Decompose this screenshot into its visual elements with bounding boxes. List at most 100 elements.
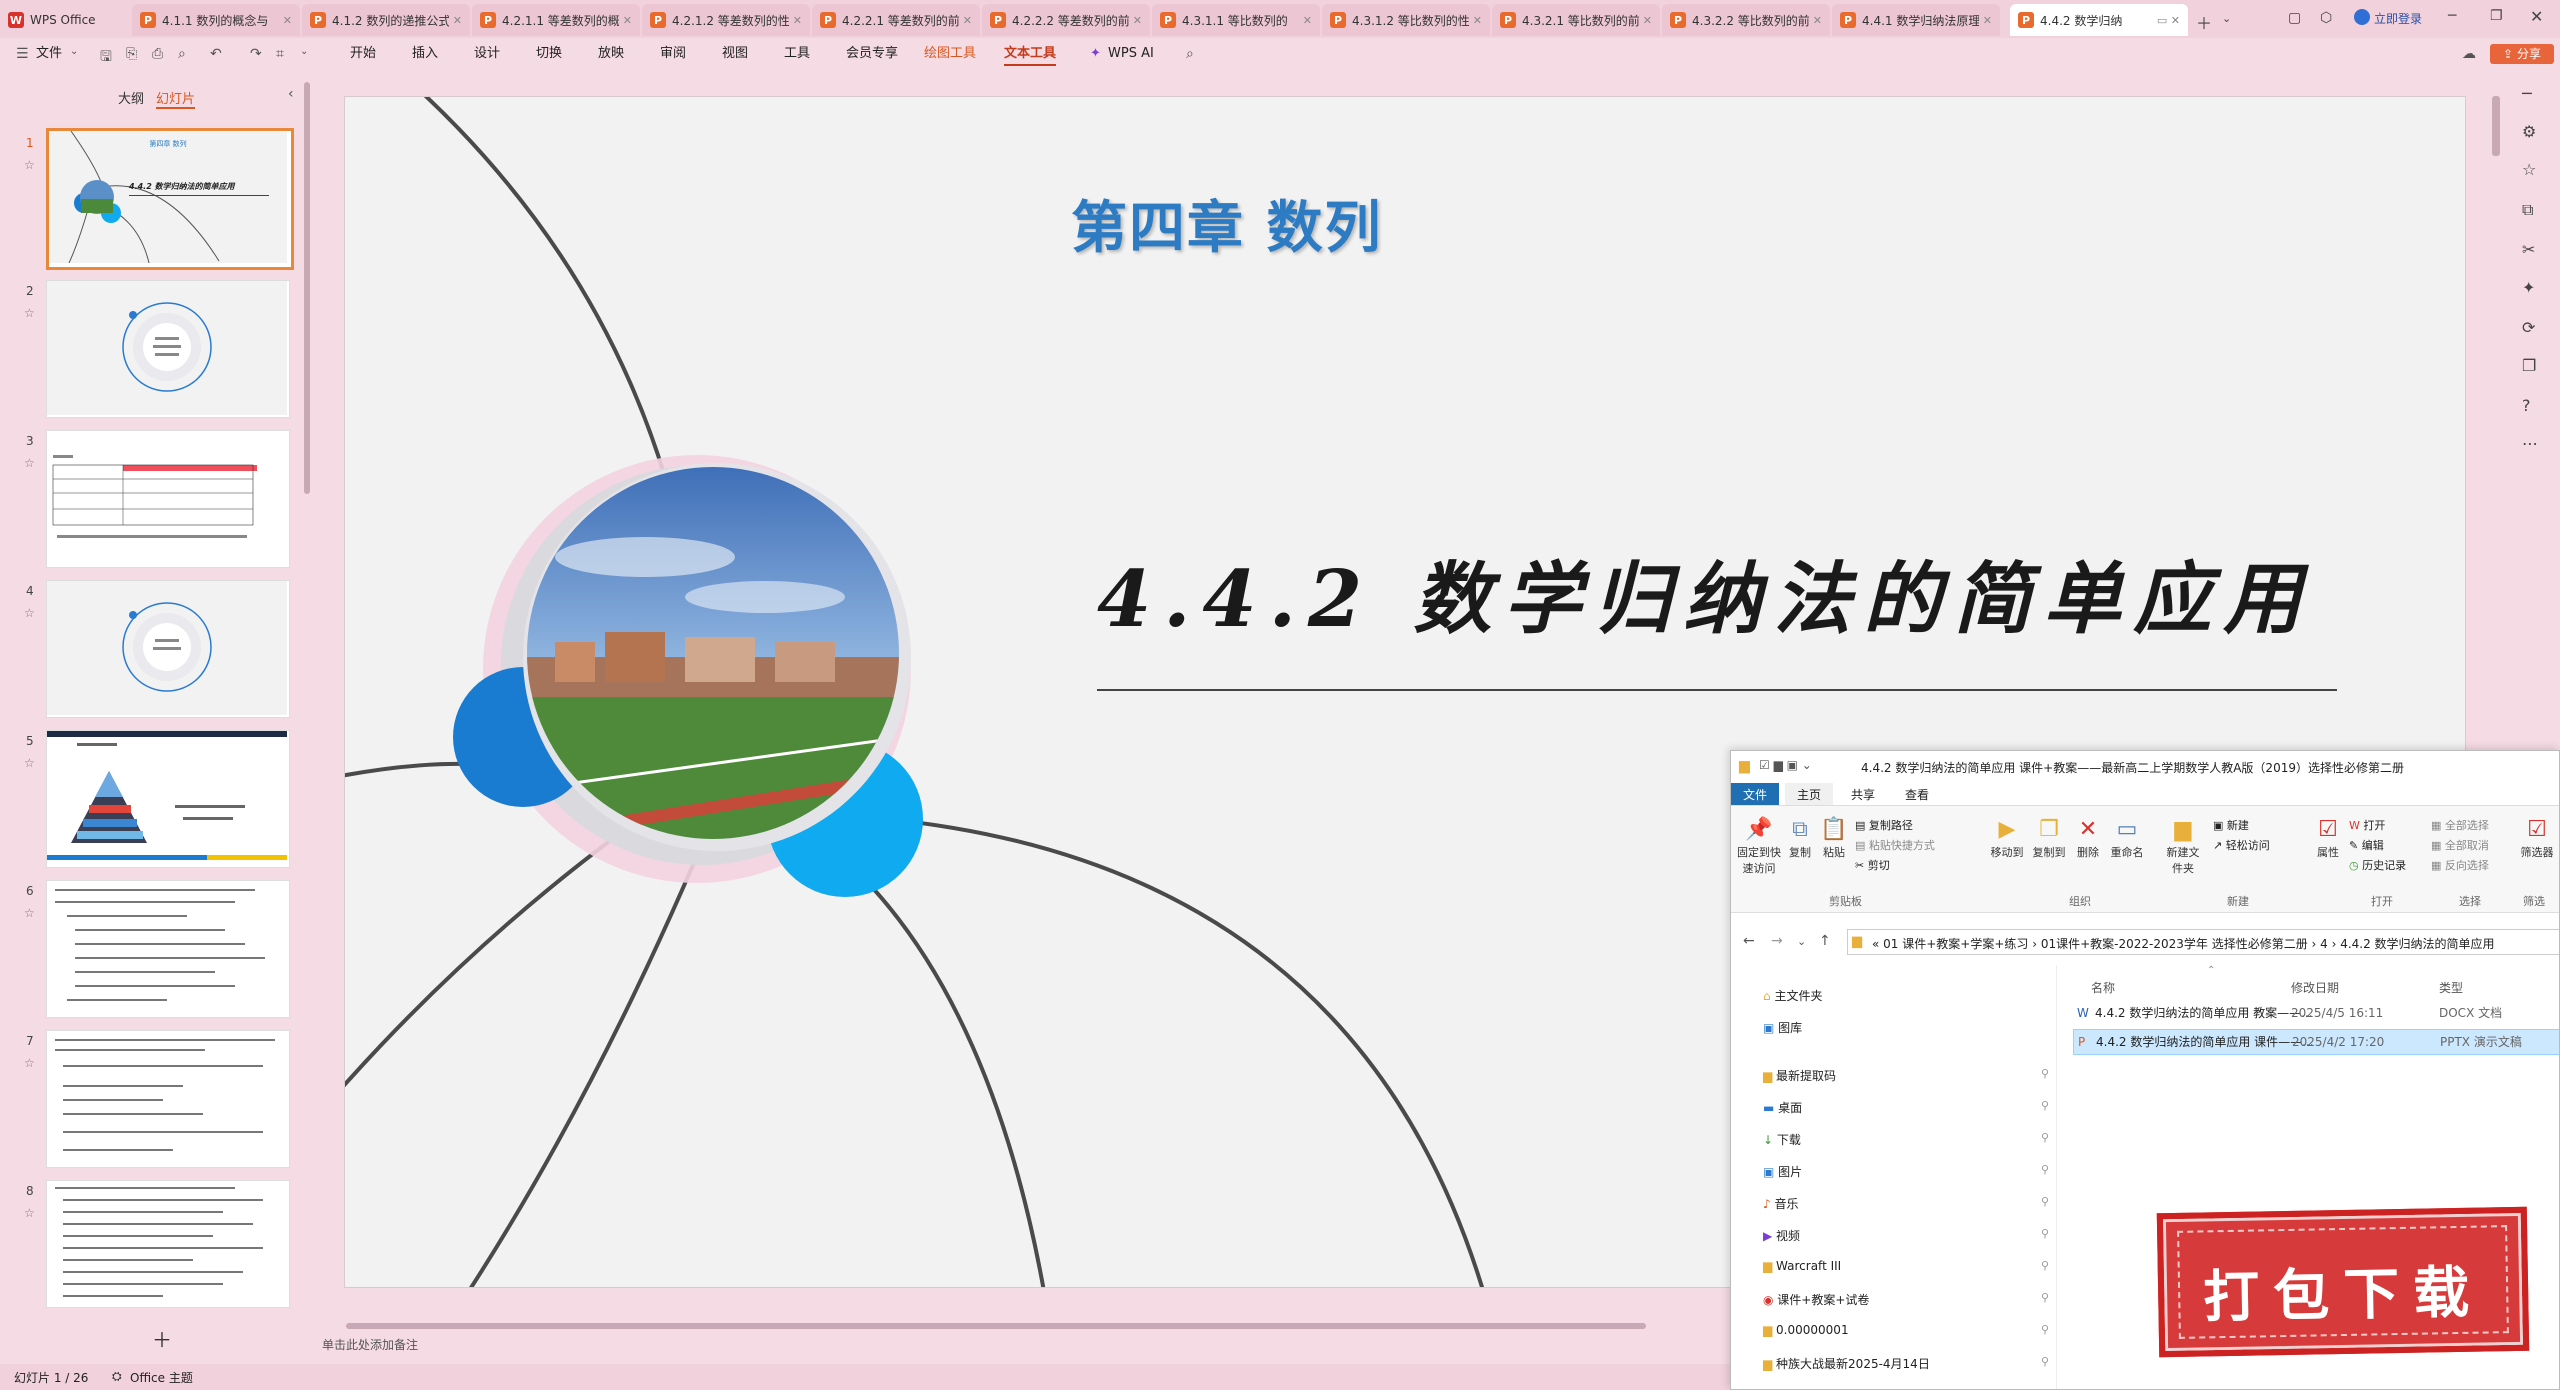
login-link[interactable]: 立即登录 (2374, 10, 2422, 27)
restore-button[interactable]: ❐ (2490, 8, 2503, 24)
copy-icon[interactable]: ⧉ (2522, 200, 2533, 220)
collapse-icon[interactable]: ─ (2522, 84, 2532, 103)
collapse-panel-icon[interactable]: ‹ (288, 86, 294, 102)
slide-thumbnail-5[interactable] (46, 730, 290, 868)
tab-text-tools[interactable]: 文本工具 (1004, 44, 1057, 66)
nav-item[interactable]: ▶ 视频 ⚲ (1763, 1227, 2049, 1244)
theme-name[interactable]: Office 主题 (130, 1369, 193, 1386)
slide-thumbnail-4[interactable] (46, 580, 290, 718)
nav-item[interactable]: ♪ 音乐 ⚲ (1763, 1195, 2049, 1212)
pin-icon[interactable]: ⚲ (2041, 1195, 2049, 1208)
redo-icon[interactable]: ↷ (250, 46, 262, 62)
close-tab-icon[interactable]: ▭ ✕ (2157, 14, 2180, 27)
close-tab-icon[interactable]: ✕ (453, 14, 462, 27)
hamburger-icon[interactable]: ☰ (16, 46, 29, 62)
nav-item[interactable]: ⌂ 主文件夹 (1763, 987, 1822, 1004)
vertical-scrollbar[interactable] (2492, 96, 2500, 156)
star-icon[interactable]: ☆ (24, 606, 35, 620)
share-button[interactable]: ⇪ 分享 (2490, 44, 2554, 64)
paste-button[interactable]: 📋 粘贴 (1819, 817, 1849, 860)
bookmark-icon[interactable]: ❐ (2522, 356, 2536, 375)
help-icon[interactable]: ? (2522, 396, 2531, 415)
slide-thumbnail-7[interactable] (46, 1030, 290, 1168)
menu-item[interactable]: 工具 (784, 44, 810, 64)
quick-access-toolbar[interactable]: ☑ ▆ ▣ ⌄ (1759, 758, 1812, 772)
slide-thumbnail-2[interactable] (46, 280, 290, 418)
nav-item[interactable]: ▣ 图库 (1763, 1019, 1802, 1036)
chapter-title[interactable]: 第四章 数列 (1071, 183, 1383, 264)
forward-button[interactable]: → (1771, 933, 1783, 949)
star-icon[interactable]: ☆ (2522, 160, 2536, 179)
star-icon[interactable]: ☆ (24, 756, 35, 770)
tab-slides[interactable]: 幻灯片 (156, 88, 196, 109)
window-icon[interactable]: ▢ (2288, 10, 2301, 26)
pin-quick-access-button[interactable]: 📌 固定到快速访问 (1737, 817, 1781, 876)
up-button[interactable]: ↑ (1819, 933, 1831, 949)
column-name[interactable]: 名称 (2091, 979, 2115, 996)
tab-document[interactable]: P 4.2.2.1 等差数列的前n ✕ (812, 4, 980, 36)
tools-icon[interactable]: ✂ (2522, 240, 2535, 259)
pin-icon[interactable]: ⚲ (2041, 1067, 2049, 1080)
tab-document[interactable]: P 4.2.2.2 等差数列的前 ✕ (982, 4, 1150, 36)
copy-to-button[interactable]: ❐ 复制到 (2029, 817, 2069, 860)
notes-area[interactable]: 单击此处添加备注 (322, 1336, 1722, 1358)
delete-button[interactable]: ✕ 删除 (2073, 817, 2103, 860)
more-icon[interactable]: ⋯ (2522, 434, 2538, 453)
menu-item[interactable]: 放映 (598, 44, 624, 64)
slide-thumbnail-8[interactable] (46, 1180, 290, 1308)
slide-thumbnail-3[interactable] (46, 430, 290, 568)
tab-wps-ai[interactable]: WPS AI (1108, 44, 1154, 64)
nav-item[interactable]: ↓ 下载 ⚲ (1763, 1131, 2049, 1148)
format-painter-icon[interactable]: ⌗ (276, 46, 284, 62)
new-item-button[interactable]: ▣ 新建 (2213, 817, 2249, 833)
slide-thumbnail-6[interactable] (46, 880, 290, 1018)
slide-thumbnail-1[interactable]: 第四章 数列 4.4.2 数学归纳法的简单应用 (46, 128, 294, 270)
tab-document[interactable]: P 4.4.1 数学归纳法原理 ✕ (1832, 4, 2000, 36)
file-menu[interactable]: 文件 (36, 44, 62, 64)
edit-button[interactable]: ✎ 编辑 (2349, 837, 2384, 853)
close-tab-icon[interactable]: ✕ (963, 14, 972, 27)
pin-icon[interactable]: ⚲ (2041, 1355, 2049, 1368)
tab-document[interactable]: P 4.3.1.2 等比数列的性质 ✕ (1322, 4, 1490, 36)
close-tab-icon[interactable]: ✕ (283, 14, 292, 27)
download-banner[interactable]: 打包下载 (2156, 1206, 2530, 1358)
print-icon[interactable]: ⎙ (152, 46, 163, 62)
paste-shortcut-button[interactable]: ▤ 粘贴快捷方式 (1855, 837, 1935, 853)
copy-button[interactable]: ⧉ 复制 (1785, 817, 1815, 860)
star-icon[interactable]: ☆ (24, 906, 35, 920)
filter-button[interactable]: ☑ 筛选器 (2517, 817, 2557, 860)
menu-item[interactable]: 开始 (350, 44, 376, 64)
tab-drawing-tools[interactable]: 绘图工具 (924, 44, 976, 64)
select-none-button[interactable]: ▦ 全部取消 (2431, 837, 2489, 853)
menu-item[interactable]: 视图 (722, 44, 748, 64)
tab-outline[interactable]: 大纲 (118, 88, 144, 107)
export-icon[interactable]: ⎘ (126, 46, 137, 62)
panel-scrollbar[interactable] (304, 82, 310, 494)
nav-item[interactable]: ▆ Warcraft III ⚲ (1763, 1259, 2049, 1273)
chevron-down-icon[interactable]: ⌄ (300, 46, 308, 57)
star-icon[interactable]: ☆ (24, 1056, 35, 1070)
close-tab-icon[interactable]: ✕ (1473, 14, 1482, 27)
column-modified[interactable]: 修改日期 (2291, 979, 2339, 996)
star-icon[interactable]: ☆ (24, 158, 35, 172)
new-folder-button[interactable]: ▆ 新建文件夹 (2163, 817, 2203, 876)
avatar[interactable] (2354, 9, 2370, 25)
close-tab-icon[interactable]: ✕ (1303, 14, 1312, 27)
scroll-thumb[interactable] (346, 1323, 1646, 1329)
slide-title[interactable]: 4.4.2 数学归纳法的简单应用 (1097, 537, 2313, 649)
preview-icon[interactable]: ⌕ (178, 46, 186, 62)
history-button[interactable]: ◷ 历史记录 (2349, 857, 2406, 873)
chevron-down-icon[interactable]: ⌄ (70, 46, 78, 57)
save-icon[interactable]: 🖫 (100, 46, 112, 70)
pin-icon[interactable]: ⚲ (2041, 1131, 2049, 1144)
pin-icon[interactable]: ⚲ (2041, 1163, 2049, 1176)
animation-icon[interactable]: ⟳ (2522, 318, 2535, 337)
invert-selection-button[interactable]: ▦ 反向选择 (2431, 857, 2489, 873)
copy-path-button[interactable]: ▤ 复制路径 (1855, 817, 1913, 833)
cloud-icon[interactable]: ☁ (2462, 46, 2476, 62)
tab-document[interactable]: W WPS Office (0, 4, 128, 36)
tab-document[interactable]: P 4.3.2.2 等比数列的前 ✕ (1662, 4, 1830, 36)
nav-item[interactable]: ◉ 课件+教案+试卷 ⚲ (1763, 1291, 2049, 1308)
nav-item[interactable]: ▬ 桌面 ⚲ (1763, 1099, 2049, 1116)
pin-icon[interactable]: ⚲ (2041, 1291, 2049, 1304)
